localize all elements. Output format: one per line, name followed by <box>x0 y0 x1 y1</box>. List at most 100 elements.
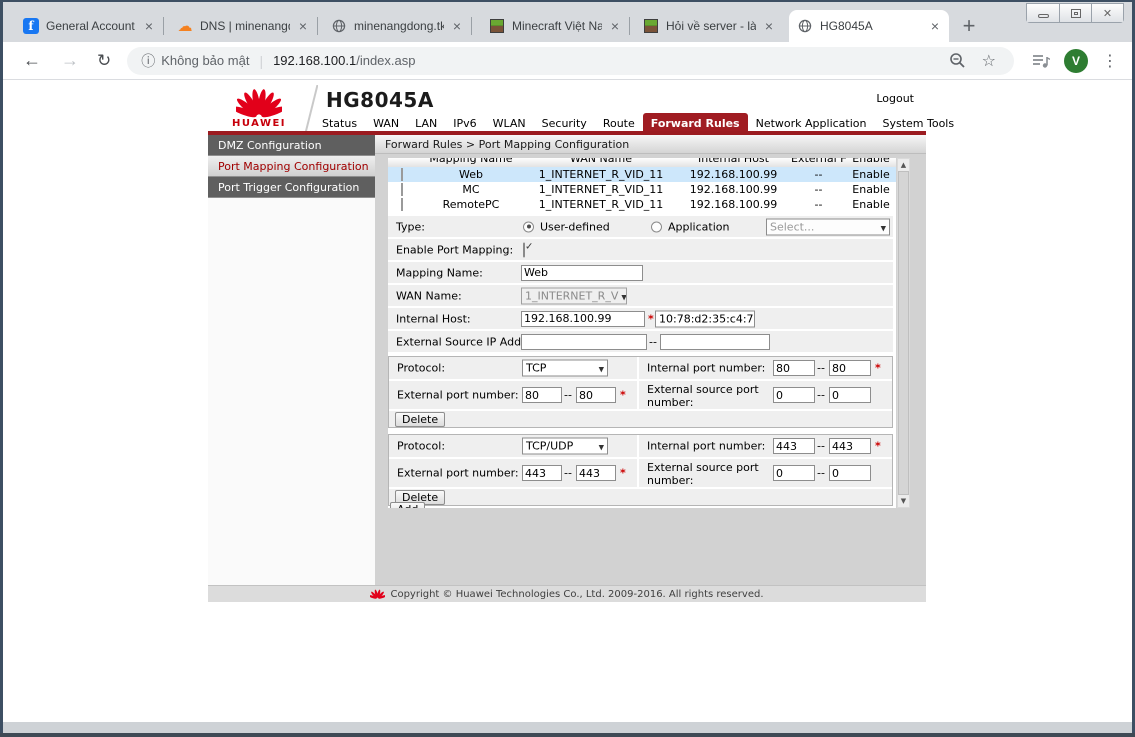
external-port-row: External port number: -- * External sour… <box>389 381 892 411</box>
table-row-remotepc[interactable]: RemotePC 1_INTERNET_R_VID_11 192.168.100… <box>388 197 896 212</box>
scrollbar-thumb[interactable] <box>898 171 909 495</box>
tab-separator <box>471 17 472 35</box>
tab-minenangdong-tk[interactable]: minenangdong.tk × <box>323 10 471 42</box>
tab-close-icon[interactable]: × <box>763 19 775 33</box>
source-port-to-input[interactable] <box>829 465 871 481</box>
nav-network-application[interactable]: Network Application <box>748 113 875 133</box>
tab-close-icon[interactable]: × <box>297 19 309 33</box>
minecraft-icon <box>643 18 659 34</box>
application-radio[interactable] <box>651 221 662 232</box>
port-group-tcp: Protocol: TCP Internal port number: -- *… <box>388 356 893 428</box>
zoom-out-icon[interactable] <box>949 52 966 69</box>
internal-host-mac-select[interactable]: 10:78:d2:35:c4:7 <box>655 310 755 327</box>
globe-icon <box>331 18 347 34</box>
external-port-from-input[interactable] <box>522 387 562 403</box>
tab-close-icon[interactable]: × <box>143 19 155 33</box>
external-port-to-input[interactable] <box>576 465 616 481</box>
brand-name: HUAWEI <box>216 118 302 129</box>
content-panel: Forward Rules > Port Mapping Configurati… <box>375 135 926 585</box>
tab-hg8045a-active[interactable]: HG8045A × <box>789 10 949 42</box>
internal-port-from-input[interactable] <box>773 438 815 454</box>
close-icon: ✕ <box>1103 7 1112 20</box>
internal-host-input[interactable] <box>521 311 645 327</box>
external-source-ip-from-input[interactable] <box>521 334 647 350</box>
add-button[interactable]: Add <box>390 502 425 508</box>
mapping-table-header: Mapping Name WAN Name Internal Host Exte… <box>388 158 896 167</box>
scroll-up-arrow-icon[interactable]: ▲ <box>898 159 909 171</box>
internal-port-from-input[interactable] <box>773 360 815 376</box>
col-mapping-name: Mapping Name <box>416 158 526 165</box>
external-source-port-label: External source port number: <box>647 383 762 409</box>
source-port-from-input[interactable] <box>773 465 815 481</box>
forward-button[interactable]: → <box>61 50 79 71</box>
cell-external-host: -- <box>791 168 846 181</box>
user-defined-radio[interactable] <box>523 221 534 232</box>
nav-system-tools[interactable]: System Tools <box>874 113 962 133</box>
playlist-extension-icon[interactable] <box>1032 53 1050 69</box>
table-row-web[interactable]: Web 1_INTERNET_R_VID_11 192.168.100.99 -… <box>388 167 896 182</box>
cell-internal-host: 192.168.100.99 <box>676 168 791 181</box>
cell-mapping-name: MC <box>416 183 526 196</box>
sidebar-item-port-trigger-configuration[interactable]: Port Trigger Configuration <box>208 177 375 198</box>
bookmark-star-icon[interactable]: ☆ <box>982 51 996 71</box>
sidebar-item-port-mapping-configuration[interactable]: Port Mapping Configuration <box>208 156 375 177</box>
device-model-title: HG8045A <box>326 88 434 112</box>
external-port-to-input[interactable] <box>576 387 616 403</box>
close-window-button[interactable]: ✕ <box>1091 4 1123 22</box>
nav-lan[interactable]: LAN <box>407 113 445 133</box>
vertical-scrollbar[interactable]: ▲ ▼ <box>897 158 910 508</box>
nav-security[interactable]: Security <box>534 113 595 133</box>
new-tab-button[interactable]: + <box>955 12 983 40</box>
nav-forward-rules[interactable]: Forward Rules <box>643 113 748 133</box>
restore-button[interactable] <box>1059 4 1091 22</box>
nav-status[interactable]: Status <box>314 113 365 133</box>
row-checkbox[interactable] <box>401 168 403 181</box>
window-border-bottom-strip <box>0 722 1135 733</box>
source-port-from-input[interactable] <box>773 387 815 403</box>
delete-button[interactable]: Delete <box>395 412 445 427</box>
minimize-button[interactable] <box>1027 4 1059 22</box>
nav-ipv6[interactable]: IPv6 <box>445 113 484 133</box>
required-marker: * <box>875 362 881 375</box>
nav-wan[interactable]: WAN <box>365 113 407 133</box>
enable-port-mapping-checkbox[interactable] <box>523 242 525 257</box>
external-port-from-input[interactable] <box>522 465 562 481</box>
scroll-down-arrow-icon[interactable]: ▼ <box>898 495 909 507</box>
col-external-host: External Host <box>791 158 846 165</box>
tab-close-icon[interactable]: × <box>929 19 941 33</box>
application-select[interactable]: Select... <box>766 218 890 235</box>
port-group-tcpudp: Protocol: TCP/UDP Internal port number: … <box>388 434 893 506</box>
back-button[interactable]: ← <box>23 50 41 71</box>
nav-route[interactable]: Route <box>595 113 643 133</box>
tab-dns-minenangdong[interactable]: ☁ DNS | minenangdon × <box>169 10 317 42</box>
external-source-ip-to-input[interactable] <box>660 334 770 350</box>
tab-title: DNS | minenangdon <box>200 19 290 33</box>
info-icon[interactable]: ⓘ <box>141 51 155 71</box>
cell-wan-name: 1_INTERNET_R_VID_11 <box>526 183 676 196</box>
protocol-select[interactable]: TCP/UDP <box>522 438 608 455</box>
source-port-to-input[interactable] <box>829 387 871 403</box>
protocol-select[interactable]: TCP <box>522 360 608 377</box>
profile-avatar[interactable]: V <box>1064 49 1088 73</box>
nav-wlan[interactable]: WLAN <box>485 113 534 133</box>
tab-general-account-settings[interactable]: f General Account Se × <box>15 10 163 42</box>
tab-hoi-ve-server[interactable]: Hỏi về server - làm × <box>635 10 783 42</box>
row-checkbox[interactable] <box>401 198 403 211</box>
address-bar[interactable]: ⓘ Không bảo mật | 192.168.100.1 /index.a… <box>127 47 1014 75</box>
reload-button[interactable]: ↻ <box>97 51 111 71</box>
logout-link[interactable]: Logout <box>876 92 914 105</box>
row-checkbox[interactable] <box>401 183 403 196</box>
tab-minecraft-viet-nam[interactable]: Minecraft Việt Nam × <box>481 10 629 42</box>
mapping-name-input[interactable] <box>521 265 643 281</box>
table-row-mc[interactable]: MC 1_INTERNET_R_VID_11 192.168.100.99 --… <box>388 182 896 197</box>
tab-title: General Account Se <box>46 19 136 33</box>
internal-port-to-input[interactable] <box>829 360 871 376</box>
wan-name-select[interactable]: 1_INTERNET_R_V <box>521 287 627 304</box>
internal-port-to-input[interactable] <box>829 438 871 454</box>
protocol-row: Protocol: TCP Internal port number: -- * <box>389 357 892 381</box>
security-label[interactable]: Không bảo mật <box>161 53 249 68</box>
tab-close-icon[interactable]: × <box>451 19 463 33</box>
sidebar-item-dmz-configuration[interactable]: DMZ Configuration <box>208 135 375 156</box>
tab-close-icon[interactable]: × <box>609 19 621 33</box>
browser-menu-icon[interactable]: ⋮ <box>1102 51 1118 71</box>
